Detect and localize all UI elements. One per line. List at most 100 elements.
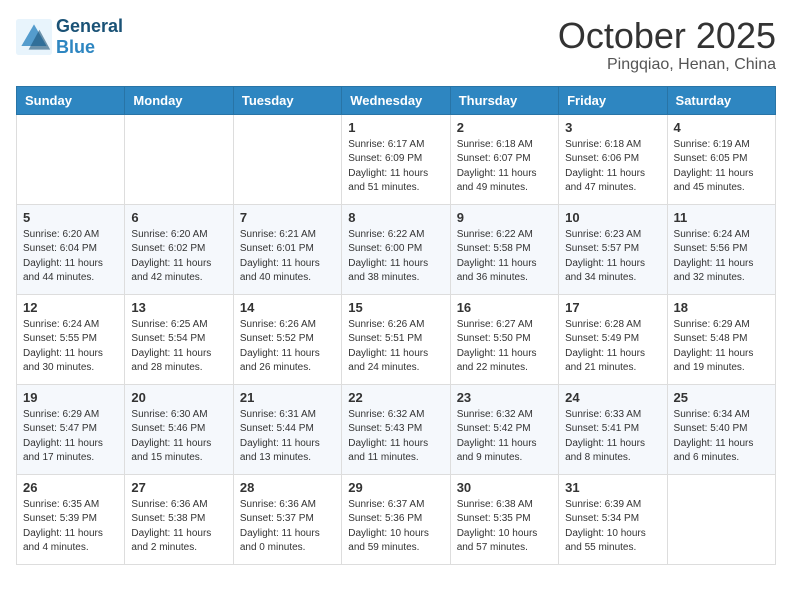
calendar-cell [233,114,341,204]
calendar-cell: 27 Sunrise: 6:36 AM Sunset: 5:38 PM Dayl… [125,474,233,564]
sunrise-text: Sunrise: 6:36 AM [240,499,316,510]
sunset-text: Sunset: 5:47 PM [23,423,97,434]
sunset-text: Sunset: 5:42 PM [457,423,531,434]
sunrise-text: Sunrise: 6:38 AM [457,499,533,510]
calendar-cell: 17 Sunrise: 6:28 AM Sunset: 5:49 PM Dayl… [559,294,667,384]
calendar-cell: 31 Sunrise: 6:39 AM Sunset: 5:34 PM Dayl… [559,474,667,564]
calendar-cell: 3 Sunrise: 6:18 AM Sunset: 6:06 PM Dayli… [559,114,667,204]
weekday-header-sunday: Sunday [17,86,125,114]
sunrise-text: Sunrise: 6:23 AM [565,229,641,240]
day-info: Sunrise: 6:24 AM Sunset: 5:56 PM Dayligh… [674,228,769,286]
weekday-header-tuesday: Tuesday [233,86,341,114]
calendar-week-row: 26 Sunrise: 6:35 AM Sunset: 5:39 PM Dayl… [17,474,776,564]
calendar-cell: 9 Sunrise: 6:22 AM Sunset: 5:58 PM Dayli… [450,204,558,294]
sunrise-text: Sunrise: 6:34 AM [674,409,750,420]
daylight-text: Daylight: 11 hours and 11 minutes. [348,438,428,464]
calendar-cell: 7 Sunrise: 6:21 AM Sunset: 6:01 PM Dayli… [233,204,341,294]
day-info: Sunrise: 6:27 AM Sunset: 5:50 PM Dayligh… [457,318,552,376]
sunrise-text: Sunrise: 6:28 AM [565,319,641,330]
calendar-cell: 10 Sunrise: 6:23 AM Sunset: 5:57 PM Dayl… [559,204,667,294]
daylight-text: Daylight: 11 hours and 6 minutes. [674,438,754,464]
sunset-text: Sunset: 6:09 PM [348,153,422,164]
calendar-cell: 24 Sunrise: 6:33 AM Sunset: 5:41 PM Dayl… [559,384,667,474]
daylight-text: Daylight: 11 hours and 30 minutes. [23,348,103,374]
day-number: 7 [240,210,335,225]
sunrise-text: Sunrise: 6:26 AM [240,319,316,330]
logo: General Blue [16,16,123,58]
sunset-text: Sunset: 5:58 PM [457,243,531,254]
sunset-text: Sunset: 6:02 PM [131,243,205,254]
daylight-text: Daylight: 11 hours and 47 minutes. [565,168,645,194]
day-number: 4 [674,120,769,135]
sunset-text: Sunset: 5:39 PM [23,513,97,524]
sunset-text: Sunset: 5:56 PM [674,243,748,254]
day-info: Sunrise: 6:38 AM Sunset: 5:35 PM Dayligh… [457,498,552,556]
daylight-text: Daylight: 11 hours and 17 minutes. [23,438,103,464]
calendar-cell [17,114,125,204]
day-info: Sunrise: 6:29 AM Sunset: 5:48 PM Dayligh… [674,318,769,376]
calendar-cell: 4 Sunrise: 6:19 AM Sunset: 6:05 PM Dayli… [667,114,775,204]
sunset-text: Sunset: 5:46 PM [131,423,205,434]
day-number: 20 [131,390,226,405]
sunrise-text: Sunrise: 6:21 AM [240,229,316,240]
day-number: 17 [565,300,660,315]
weekday-header-row: SundayMondayTuesdayWednesdayThursdayFrid… [17,86,776,114]
day-number: 27 [131,480,226,495]
daylight-text: Daylight: 11 hours and 2 minutes. [131,528,211,554]
calendar-cell: 8 Sunrise: 6:22 AM Sunset: 6:00 PM Dayli… [342,204,450,294]
daylight-text: Daylight: 11 hours and 26 minutes. [240,348,320,374]
day-info: Sunrise: 6:29 AM Sunset: 5:47 PM Dayligh… [23,408,118,466]
sunset-text: Sunset: 5:35 PM [457,513,531,524]
sunset-text: Sunset: 5:48 PM [674,333,748,344]
sunrise-text: Sunrise: 6:20 AM [131,229,207,240]
day-info: Sunrise: 6:35 AM Sunset: 5:39 PM Dayligh… [23,498,118,556]
calendar-cell: 22 Sunrise: 6:32 AM Sunset: 5:43 PM Dayl… [342,384,450,474]
daylight-text: Daylight: 10 hours and 55 minutes. [565,528,646,554]
calendar-cell: 14 Sunrise: 6:26 AM Sunset: 5:52 PM Dayl… [233,294,341,384]
daylight-text: Daylight: 11 hours and 22 minutes. [457,348,537,374]
calendar-cell: 12 Sunrise: 6:24 AM Sunset: 5:55 PM Dayl… [17,294,125,384]
day-info: Sunrise: 6:28 AM Sunset: 5:49 PM Dayligh… [565,318,660,376]
day-info: Sunrise: 6:26 AM Sunset: 5:51 PM Dayligh… [348,318,443,376]
day-number: 15 [348,300,443,315]
calendar-cell: 13 Sunrise: 6:25 AM Sunset: 5:54 PM Dayl… [125,294,233,384]
title-block: October 2025 Pingqiao, Henan, China [558,16,776,74]
calendar-cell: 25 Sunrise: 6:34 AM Sunset: 5:40 PM Dayl… [667,384,775,474]
daylight-text: Daylight: 11 hours and 0 minutes. [240,528,320,554]
sunset-text: Sunset: 6:01 PM [240,243,314,254]
sunset-text: Sunset: 5:43 PM [348,423,422,434]
daylight-text: Daylight: 11 hours and 45 minutes. [674,168,754,194]
sunrise-text: Sunrise: 6:18 AM [457,139,533,150]
daylight-text: Daylight: 11 hours and 24 minutes. [348,348,428,374]
sunrise-text: Sunrise: 6:25 AM [131,319,207,330]
daylight-text: Daylight: 11 hours and 19 minutes. [674,348,754,374]
calendar-cell: 21 Sunrise: 6:31 AM Sunset: 5:44 PM Dayl… [233,384,341,474]
calendar-cell: 28 Sunrise: 6:36 AM Sunset: 5:37 PM Dayl… [233,474,341,564]
sunrise-text: Sunrise: 6:35 AM [23,499,99,510]
month-title: October 2025 [558,16,776,56]
day-info: Sunrise: 6:22 AM Sunset: 5:58 PM Dayligh… [457,228,552,286]
sunset-text: Sunset: 5:54 PM [131,333,205,344]
weekday-header-saturday: Saturday [667,86,775,114]
day-info: Sunrise: 6:36 AM Sunset: 5:38 PM Dayligh… [131,498,226,556]
calendar-cell: 11 Sunrise: 6:24 AM Sunset: 5:56 PM Dayl… [667,204,775,294]
calendar-cell: 18 Sunrise: 6:29 AM Sunset: 5:48 PM Dayl… [667,294,775,384]
day-number: 3 [565,120,660,135]
daylight-text: Daylight: 11 hours and 9 minutes. [457,438,537,464]
daylight-text: Daylight: 10 hours and 57 minutes. [457,528,538,554]
daylight-text: Daylight: 11 hours and 4 minutes. [23,528,103,554]
daylight-text: Daylight: 11 hours and 15 minutes. [131,438,211,464]
calendar-table: SundayMondayTuesdayWednesdayThursdayFrid… [16,86,776,565]
sunset-text: Sunset: 5:57 PM [565,243,639,254]
day-info: Sunrise: 6:24 AM Sunset: 5:55 PM Dayligh… [23,318,118,376]
sunrise-text: Sunrise: 6:19 AM [674,139,750,150]
day-info: Sunrise: 6:36 AM Sunset: 5:37 PM Dayligh… [240,498,335,556]
calendar-cell: 1 Sunrise: 6:17 AM Sunset: 6:09 PM Dayli… [342,114,450,204]
calendar-cell: 5 Sunrise: 6:20 AM Sunset: 6:04 PM Dayli… [17,204,125,294]
day-info: Sunrise: 6:21 AM Sunset: 6:01 PM Dayligh… [240,228,335,286]
day-number: 2 [457,120,552,135]
day-info: Sunrise: 6:39 AM Sunset: 5:34 PM Dayligh… [565,498,660,556]
day-number: 18 [674,300,769,315]
day-info: Sunrise: 6:23 AM Sunset: 5:57 PM Dayligh… [565,228,660,286]
sunset-text: Sunset: 6:07 PM [457,153,531,164]
